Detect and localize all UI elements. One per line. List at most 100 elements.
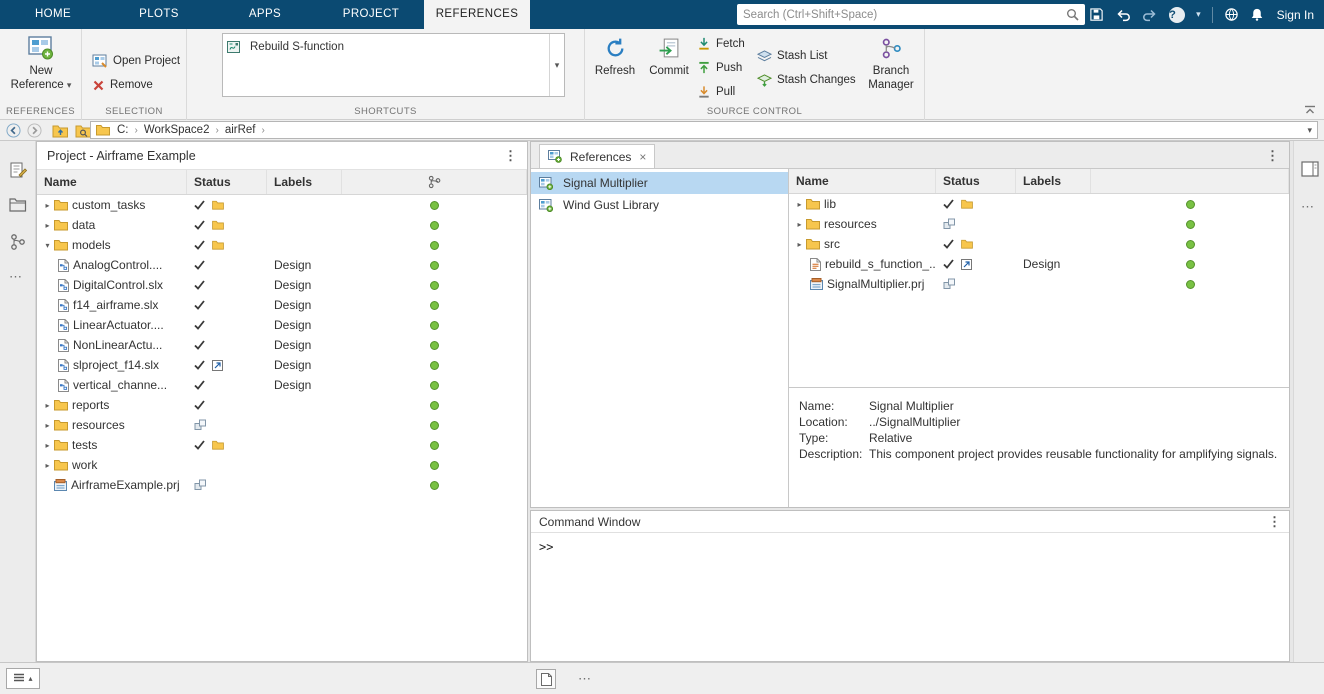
command-window-menu-icon[interactable]: ⋮ bbox=[1268, 514, 1281, 530]
column-header-git[interactable] bbox=[342, 170, 527, 194]
refresh-button[interactable]: Refresh bbox=[589, 37, 641, 78]
table-row[interactable]: ▸src bbox=[789, 234, 1289, 254]
table-row[interactable]: rebuild_s_function_...Design bbox=[789, 254, 1289, 274]
side-panel-icon[interactable] bbox=[1301, 161, 1319, 177]
table-row[interactable]: ▾models bbox=[37, 235, 527, 255]
reference-item[interactable]: Wind Gust Library bbox=[531, 194, 788, 216]
project-panel-menu-icon[interactable]: ⋮ bbox=[504, 148, 517, 164]
table-row[interactable]: ▸work bbox=[37, 455, 527, 475]
table-row[interactable]: ▸data bbox=[37, 215, 527, 235]
sign-in-button[interactable]: Sign In bbox=[1275, 8, 1314, 22]
references-panel-menu-icon[interactable]: ⋮ bbox=[1266, 148, 1279, 164]
stash-changes-button[interactable]: Stash Changes bbox=[757, 70, 856, 90]
breadcrumb[interactable]: C:›WorkSpace2›airRef› ▾ bbox=[90, 121, 1318, 139]
folder-badge-icon bbox=[212, 440, 224, 450]
column-header-labels[interactable]: Labels bbox=[267, 170, 342, 194]
redo-icon[interactable] bbox=[1142, 8, 1158, 22]
expander-collapsed-icon[interactable]: ▸ bbox=[41, 421, 54, 430]
expander-collapsed-icon[interactable]: ▸ bbox=[793, 240, 806, 249]
table-row[interactable]: ▸resources bbox=[37, 415, 527, 435]
branch-manager-button[interactable]: Branch Manager bbox=[860, 37, 922, 92]
shortcut-item[interactable]: Rebuild S-function bbox=[227, 37, 545, 56]
tab-plots[interactable]: PLOTS bbox=[106, 0, 212, 29]
table-row[interactable]: DigitalControl.slxDesign bbox=[37, 275, 527, 295]
notifications-bell-icon[interactable] bbox=[1250, 7, 1264, 22]
command-window-title: Command Window bbox=[539, 515, 640, 529]
tab-references[interactable]: REFERENCES bbox=[424, 0, 530, 29]
table-row[interactable]: ▸lib bbox=[789, 194, 1289, 214]
command-window-body[interactable]: >> bbox=[531, 533, 1289, 561]
table-row[interactable]: ▸tests bbox=[37, 435, 527, 455]
table-row[interactable]: NonLinearActu...Design bbox=[37, 335, 527, 355]
tab-home[interactable]: HOME bbox=[0, 0, 106, 29]
breadcrumb-chevron-icon[interactable]: › bbox=[131, 125, 142, 136]
close-tab-icon[interactable]: × bbox=[639, 150, 646, 164]
commit-button[interactable]: Commit bbox=[643, 37, 695, 78]
table-row[interactable]: ▸reports bbox=[37, 395, 527, 415]
table-row[interactable]: LinearActuator....Design bbox=[37, 315, 527, 335]
breadcrumb-chevron-icon[interactable]: › bbox=[258, 125, 269, 136]
check-icon bbox=[943, 239, 954, 249]
expander-collapsed-icon[interactable]: ▸ bbox=[793, 200, 806, 209]
tab-project[interactable]: PROJECT bbox=[318, 0, 424, 29]
expander-collapsed-icon[interactable]: ▸ bbox=[793, 220, 806, 229]
save-icon[interactable] bbox=[1089, 7, 1104, 22]
expander-collapsed-icon[interactable]: ▸ bbox=[41, 221, 54, 230]
table-row[interactable]: f14_airframe.slxDesign bbox=[37, 295, 527, 315]
gallery-dropdown-icon[interactable]: ▾ bbox=[549, 34, 564, 96]
more-panels-icon[interactable]: ⋯ bbox=[1301, 199, 1315, 215]
more-icon[interactable]: ⋯ bbox=[578, 671, 592, 687]
collapse-ribbon-icon[interactable] bbox=[1304, 105, 1316, 115]
git-status-dot bbox=[430, 241, 439, 250]
forward-icon[interactable] bbox=[27, 123, 42, 138]
remove-button[interactable]: Remove bbox=[92, 75, 153, 95]
help-icon[interactable]: ? bbox=[1169, 7, 1185, 23]
table-row[interactable]: vertical_channe...Design bbox=[37, 375, 527, 395]
table-row[interactable]: ▸resources bbox=[789, 214, 1289, 234]
breadcrumb-item[interactable]: airRef bbox=[223, 124, 258, 136]
push-button[interactable]: Push bbox=[697, 58, 742, 78]
expander-collapsed-icon[interactable]: ▸ bbox=[41, 461, 54, 470]
column-header-name[interactable]: Name bbox=[789, 169, 936, 193]
back-icon[interactable] bbox=[6, 123, 21, 138]
breadcrumb-chevron-icon[interactable]: › bbox=[211, 125, 222, 136]
search-input[interactable] bbox=[737, 9, 1060, 21]
new-reference-button[interactable]: New Reference ▾ bbox=[8, 36, 74, 92]
table-row[interactable]: ▸custom_tasks bbox=[37, 195, 527, 215]
table-row[interactable]: AirframeExample.prj bbox=[37, 475, 527, 495]
folder-browser-panel-icon[interactable] bbox=[9, 197, 27, 212]
stash-list-button[interactable]: Stash List bbox=[757, 46, 828, 66]
folder-up-icon[interactable] bbox=[52, 124, 69, 138]
column-header-name[interactable]: Name bbox=[37, 170, 187, 194]
column-header-labels[interactable]: Labels bbox=[1016, 169, 1091, 193]
label-cell: Design bbox=[267, 338, 342, 352]
fetch-button[interactable]: Fetch bbox=[697, 34, 745, 54]
open-project-button[interactable]: Open Project bbox=[92, 51, 180, 71]
help-caret-icon[interactable]: ▾ bbox=[1196, 9, 1201, 20]
details-toggle-button[interactable]: ▴ bbox=[6, 668, 40, 689]
reference-item[interactable]: Signal Multiplier bbox=[531, 172, 788, 194]
table-row[interactable]: AnalogControl....Design bbox=[37, 255, 527, 275]
source-control-panel-icon[interactable] bbox=[9, 233, 27, 251]
breadcrumb-item[interactable]: C: bbox=[115, 124, 131, 136]
column-header-status[interactable]: Status bbox=[936, 169, 1016, 193]
global-search[interactable] bbox=[737, 4, 1085, 25]
minimized-panel-icon[interactable] bbox=[536, 669, 556, 689]
expander-collapsed-icon[interactable]: ▸ bbox=[41, 441, 54, 450]
pull-button[interactable]: Pull bbox=[697, 82, 735, 102]
details-panel-icon[interactable] bbox=[9, 161, 27, 179]
more-panels-icon[interactable]: ⋯ bbox=[9, 269, 23, 285]
tab-references[interactable]: References × bbox=[539, 144, 655, 168]
expander-expanded-icon[interactable]: ▾ bbox=[41, 241, 54, 250]
column-header-status[interactable]: Status bbox=[187, 170, 267, 194]
search-icon[interactable] bbox=[1060, 8, 1085, 21]
expander-collapsed-icon[interactable]: ▸ bbox=[41, 201, 54, 210]
expander-collapsed-icon[interactable]: ▸ bbox=[41, 401, 54, 410]
community-icon[interactable] bbox=[1224, 7, 1239, 22]
table-row[interactable]: slproject_f14.slxDesign bbox=[37, 355, 527, 375]
breadcrumb-item[interactable]: WorkSpace2 bbox=[142, 124, 212, 136]
tab-apps[interactable]: APPS bbox=[212, 0, 318, 29]
table-row[interactable]: SignalMultiplier.prj bbox=[789, 274, 1289, 294]
undo-icon[interactable] bbox=[1115, 8, 1131, 22]
breadcrumb-dropdown-icon[interactable]: ▾ bbox=[1307, 125, 1312, 136]
